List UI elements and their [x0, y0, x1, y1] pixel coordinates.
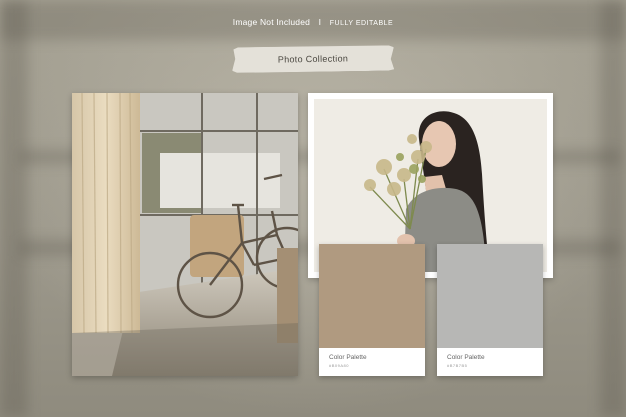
swatch-code-1: #B09A80	[329, 363, 349, 368]
swatch-chip-2	[437, 244, 543, 348]
photo-interior-bicycle	[72, 93, 298, 376]
swatch-label-2: Color Palette	[447, 354, 485, 361]
swatch-chip-1	[319, 244, 425, 348]
window-shadow-post	[600, 0, 626, 417]
color-swatch-1: Color Palette #B09A80	[319, 244, 425, 376]
header-line: Image Not Included I Fully Editable	[0, 17, 626, 27]
window-shadow-post	[0, 0, 28, 417]
interior-bicycle-image	[72, 93, 298, 376]
header-left-text: Image Not Included	[232, 17, 311, 27]
tape-label-text: Photo Collection	[277, 53, 349, 65]
tape-label: Photo Collection	[232, 45, 394, 74]
swatch-label-1: Color Palette	[329, 354, 367, 361]
header-right-text: Fully Editable	[329, 20, 394, 27]
swatch-code-2: #B7B7B5	[447, 363, 468, 368]
color-swatch-2: Color Palette #B7B7B5	[437, 244, 543, 376]
header-separator: I	[318, 17, 322, 27]
